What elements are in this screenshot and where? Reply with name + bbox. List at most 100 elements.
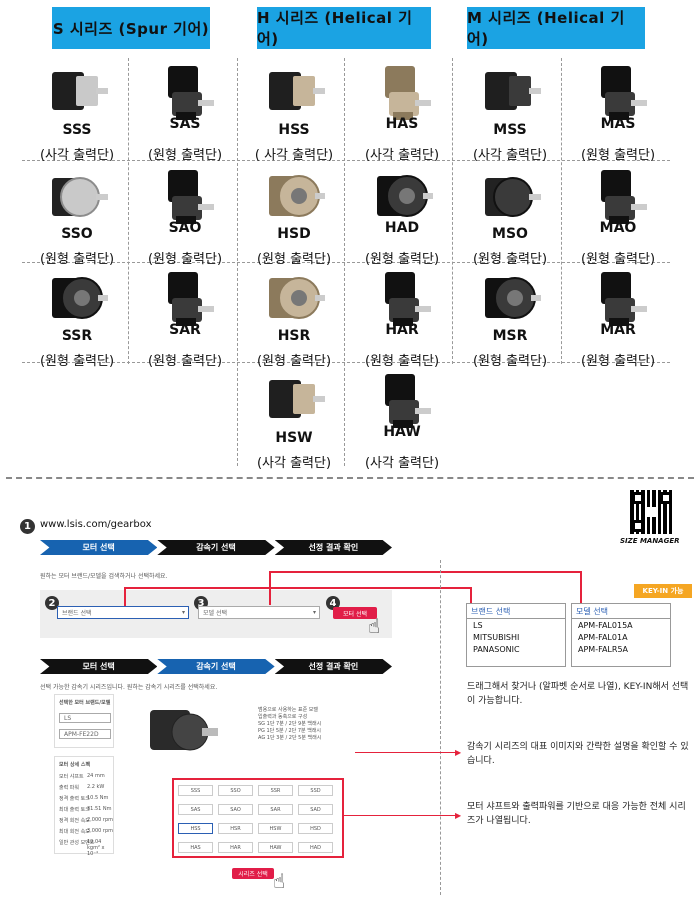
product-code: MSS (493, 122, 527, 138)
series-option-had[interactable]: HAD (298, 842, 333, 853)
series-option-sar[interactable]: SAR (258, 804, 293, 815)
product-desc: (원형 출력단) (580, 148, 656, 163)
product-msr: MSR (원형 출력단) (456, 264, 564, 369)
spec-value: 2,000 rpm (87, 817, 114, 823)
model-dropdown-panel[interactable]: 모델 선택 APM-FAL015A APM-FAL01A APM-FALR5A (571, 603, 671, 667)
series-option-sas[interactable]: SAS (178, 804, 213, 815)
product-hsd: HSD (원형 출력단) (240, 162, 348, 267)
product-code: HAS (385, 116, 419, 132)
spec-key: 정격 출력 토크 (59, 796, 90, 802)
product-desc: (원형 출력단) (147, 148, 223, 163)
model-select[interactable]: 모델 선택 ▾ (198, 606, 320, 619)
brand-option[interactable]: MITSUBISHI (467, 631, 565, 643)
product-code: MSR (492, 328, 528, 344)
step-bar-1: 모터 선택 감속기 선택 선정 결과 확인 (40, 540, 392, 555)
series-option-har[interactable]: HAR (218, 842, 253, 853)
series-option-sad[interactable]: SAD (298, 804, 333, 815)
gearbox-icon (263, 268, 325, 330)
product-hsr: HSR (원형 출력단) (240, 264, 348, 369)
product-has: HAS (사각 출력단) (348, 58, 456, 163)
product-code: HSS (278, 122, 310, 138)
gearbox-icon (263, 370, 325, 432)
gearbox-icon (587, 62, 649, 124)
product-code: HSR (277, 328, 311, 344)
product-sas: SAS (원형 출력단) (131, 58, 239, 163)
spec-value: 10.5 Nm (87, 795, 109, 801)
series-option-sao[interactable]: SAO (218, 804, 253, 815)
spec-value: 19.04 kgm² x 10⁻⁴ (87, 839, 105, 857)
product-mao: MAO (원형 출력단) (564, 162, 672, 267)
screen1-intro: 원하는 모터 브랜드/모델을 검색하거나 선택하세요. (40, 573, 168, 580)
series-option-hsw[interactable]: HSW (258, 823, 293, 834)
series-option-sss[interactable]: SSS (178, 785, 213, 796)
gearbox-icon (587, 268, 649, 330)
product-desc: ( 사각 출력단) (254, 148, 334, 163)
series-option-sso[interactable]: SSO (218, 785, 253, 796)
step-bar-2: 모터 선택 감속기 선택 선정 결과 확인 (40, 659, 392, 674)
key-in-badge: KEY-IN 가능 (634, 584, 692, 598)
gearbox-icon (587, 166, 649, 228)
series-select-button[interactable]: 시리즈 선택 (232, 868, 274, 879)
gearbox-icon (46, 62, 108, 124)
step-motor-2: 모터 선택 (40, 659, 158, 674)
selected-model[interactable]: APM-FE22D (59, 729, 111, 739)
spec-key: 최대 회전 속도 (59, 829, 90, 835)
series-option-hsd[interactable]: HSD (298, 823, 333, 834)
series-option-has[interactable]: HAS (178, 842, 213, 853)
selected-brand[interactable]: LS (59, 713, 111, 723)
product-code: MSO (492, 226, 528, 242)
product-desc: (사각 출력단) (472, 148, 548, 163)
gearbox-icon (479, 62, 541, 124)
gearbox-icon (263, 166, 325, 228)
product-code: SAR (169, 322, 201, 338)
spec-value: 3,000 rpm (87, 828, 114, 834)
guide-url[interactable]: www.lsis.com/gearbox (40, 519, 152, 530)
series-option-hsr[interactable]: HSR (218, 823, 253, 834)
step-gearbox-2: 감속기 선택 (157, 659, 275, 674)
step-motor: 모터 선택 (40, 540, 158, 555)
product-had: HAD (원형 출력단) (348, 162, 456, 267)
product-code: HAR (385, 322, 419, 338)
series-option-ssr[interactable]: SSR (258, 785, 293, 796)
brand-select[interactable]: 브랜드 선택 ▾ (57, 606, 189, 619)
series-option-haw[interactable]: HAW (258, 842, 293, 853)
note-series-list: 모터 샤프트와 출력파워를 기반으로 대응 가능한 전체 시리즈가 나열됩니다. (467, 802, 686, 826)
step-number-1: 1 (20, 519, 35, 534)
series-option-ssd[interactable]: SSD (298, 785, 333, 796)
spec-value: 31.51 Nm (87, 806, 112, 812)
product-desc: (사각 출력단) (364, 456, 440, 471)
model-option[interactable]: APM-FAL01A (572, 631, 670, 643)
gearbox-icon (154, 166, 216, 228)
motor-spec-box: 모터 상세 스펙 모터 샤프트 24 mm 출력 파워 2.2 kW 정격 출력 토크 1… (54, 756, 114, 857)
product-desc: (원형 출력단) (147, 354, 223, 369)
product-desc: (사각 출력단) (256, 456, 332, 471)
product-code: SSO (61, 226, 93, 242)
spec-key: 최대 출력 토크 (59, 807, 90, 813)
series-option-hss[interactable]: HSS (178, 823, 213, 834)
product-desc: (원형 출력단) (472, 354, 548, 369)
step-result: 선정 결과 확인 (274, 540, 392, 555)
product-sss: SSS (사각 출력단) (23, 58, 131, 163)
model-option[interactable]: APM-FAL015A (572, 619, 670, 631)
product-code: MAS (600, 116, 636, 132)
product-desc: (사각 출력단) (39, 148, 115, 163)
product-mas: MAS (원형 출력단) (564, 58, 672, 163)
series-image-icon (140, 700, 220, 770)
gearbox-icon (46, 166, 108, 228)
qr-caption: SIZE MANAGER (620, 537, 680, 545)
gearbox-icon (46, 268, 108, 330)
gearbox-icon (154, 268, 216, 330)
spec-key: 모터 샤프트 (59, 774, 84, 780)
brand-dropdown-panel[interactable]: 브랜드 선택 LS MITSUBISHI PANASONIC (466, 603, 566, 667)
product-har: HAR (원형 출력단) (348, 264, 456, 369)
brand-option[interactable]: LS (467, 619, 565, 631)
product-sso: SSO (원형 출력단) (23, 162, 131, 267)
qr-code-icon[interactable] (630, 490, 674, 534)
brand-option[interactable]: PANASONIC (467, 643, 565, 655)
gearbox-icon (371, 370, 433, 432)
cursor-hand-icon: ☝ (273, 869, 286, 893)
model-option[interactable]: APM-FALR5A (572, 643, 670, 655)
series-header-m: M 시리즈 (Helical 기어) (467, 7, 645, 49)
product-code: SAS (169, 116, 201, 132)
product-code: MAR (600, 322, 636, 338)
